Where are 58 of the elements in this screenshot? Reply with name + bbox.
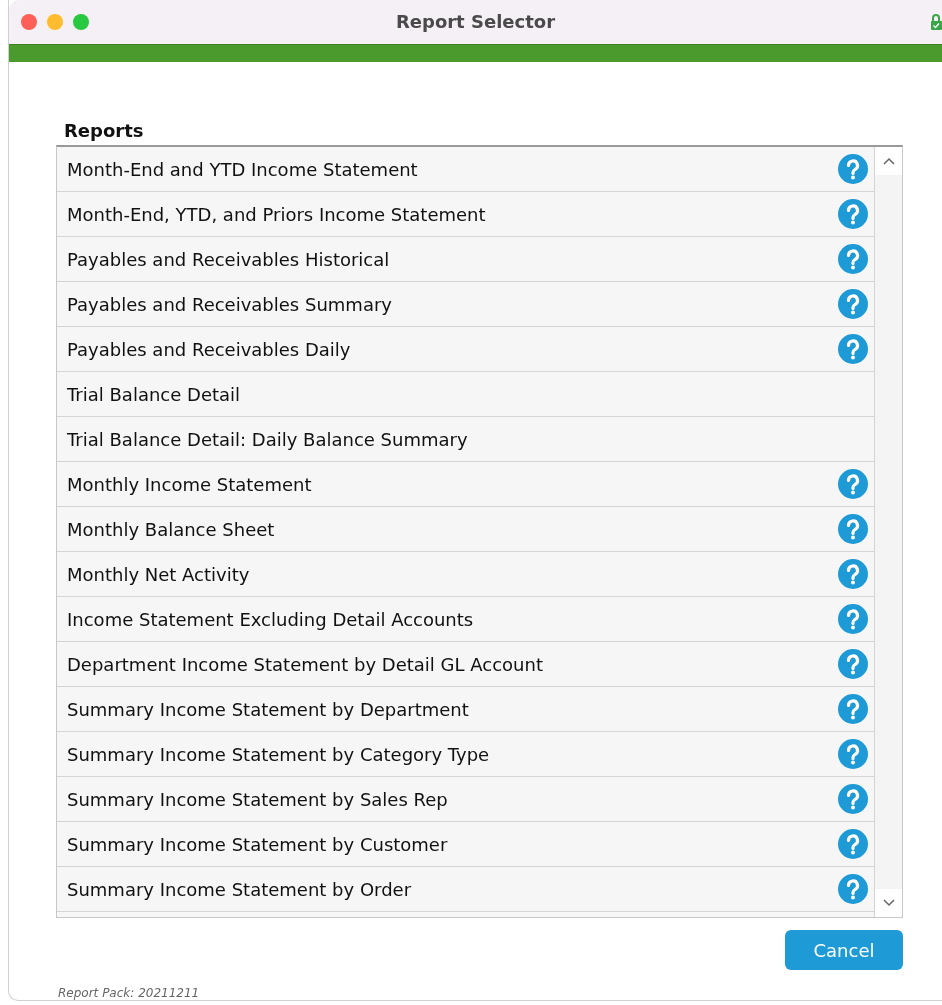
report-row[interactable]: Monthly Balance Sheet (57, 507, 874, 552)
report-label: Month-End, YTD, and Priors Income Statement (67, 203, 487, 225)
report-label: Trial Balance Detail: Daily Balance Summary (67, 428, 469, 450)
help-icon[interactable] (838, 874, 868, 904)
report-row[interactable]: Income Statement Excluding Detail Accounts (57, 597, 874, 642)
report-label: Monthly Net Activity (67, 563, 251, 585)
report-label: Department Income Statement by Detail GL Account (67, 653, 544, 675)
help-icon[interactable] (838, 199, 868, 229)
help-icon[interactable] (838, 514, 868, 544)
report-label: Summary Income Statement by Order (67, 878, 413, 900)
help-icon[interactable] (838, 559, 868, 589)
report-label: Summary Income Statement by Sales Rep (67, 788, 449, 810)
report-label: Summary Income Statement by Customer (67, 833, 449, 855)
report-row[interactable]: Month-End, YTD, and Priors Income Statement (57, 192, 874, 237)
report-row[interactable]: Payables and Receivables Daily (57, 327, 874, 372)
help-icon[interactable] (838, 334, 868, 364)
help-icon[interactable] (838, 694, 868, 724)
report-pack-label: Report Pack: 20211211 (58, 986, 201, 1000)
report-row[interactable]: Summary Income Statement by Sales Rep (57, 777, 874, 822)
help-icon[interactable] (838, 289, 868, 319)
report-label: Month-End and YTD Income Statement (67, 158, 419, 180)
report-label: Trial Balance Detail (67, 383, 242, 405)
close-button[interactable] (21, 13, 37, 30)
report-row[interactable]: Summary Income Statement by Order (57, 867, 874, 912)
report-label: Payables and Receivables Summary (67, 293, 393, 315)
help-icon[interactable] (838, 604, 868, 634)
report-label: Income Statement Excluding Detail Accounts (67, 608, 475, 630)
lock-icon (930, 13, 942, 31)
report-row[interactable]: Month-End and YTD Income Statement (57, 147, 874, 192)
report-row[interactable]: Summary Income Statement by Customer (57, 822, 874, 867)
report-label: Monthly Balance Sheet (67, 518, 276, 540)
report-label: Summary Income Statement by Department (67, 698, 470, 720)
report-label: Summary Income Statement by Category Type (67, 743, 491, 765)
reports-heading: Reports (64, 120, 145, 141)
help-icon[interactable] (838, 244, 868, 274)
report-label: Payables and Receivables Historical (67, 248, 391, 270)
help-icon[interactable] (838, 649, 868, 679)
report-row[interactable]: Monthly Income Statement (57, 462, 874, 507)
help-icon[interactable] (838, 829, 868, 859)
report-label: Monthly Income Statement (67, 473, 313, 495)
help-icon[interactable] (838, 784, 868, 814)
report-row[interactable]: Summary Income Statement by Category Type (57, 732, 874, 777)
report-row[interactable]: Trial Balance Detail: Daily Balance Summary (57, 417, 874, 462)
help-icon[interactable] (838, 154, 868, 184)
window-title: Report Selector (395, 11, 556, 33)
help-icon[interactable] (838, 739, 868, 769)
scroll-up-icon[interactable] (882, 157, 895, 165)
report-row[interactable]: Payables and Receivables Historical (57, 237, 874, 282)
scrollbar[interactable] (874, 147, 902, 917)
report-label: Payables and Receivables Daily (67, 338, 352, 360)
report-row[interactable]: Payables and Receivables Summary (57, 282, 874, 327)
report-row[interactable]: Department Income Statement by Detail GL Account (57, 642, 874, 687)
scroll-down-icon[interactable] (882, 899, 895, 907)
report-row[interactable]: Summary Income Statement by Department (57, 687, 874, 732)
report-row[interactable]: Monthly Net Activity (57, 552, 874, 597)
help-icon[interactable] (838, 469, 868, 499)
report-row[interactable]: Trial Balance Detail (57, 372, 874, 417)
zoom-button[interactable] (73, 13, 89, 30)
